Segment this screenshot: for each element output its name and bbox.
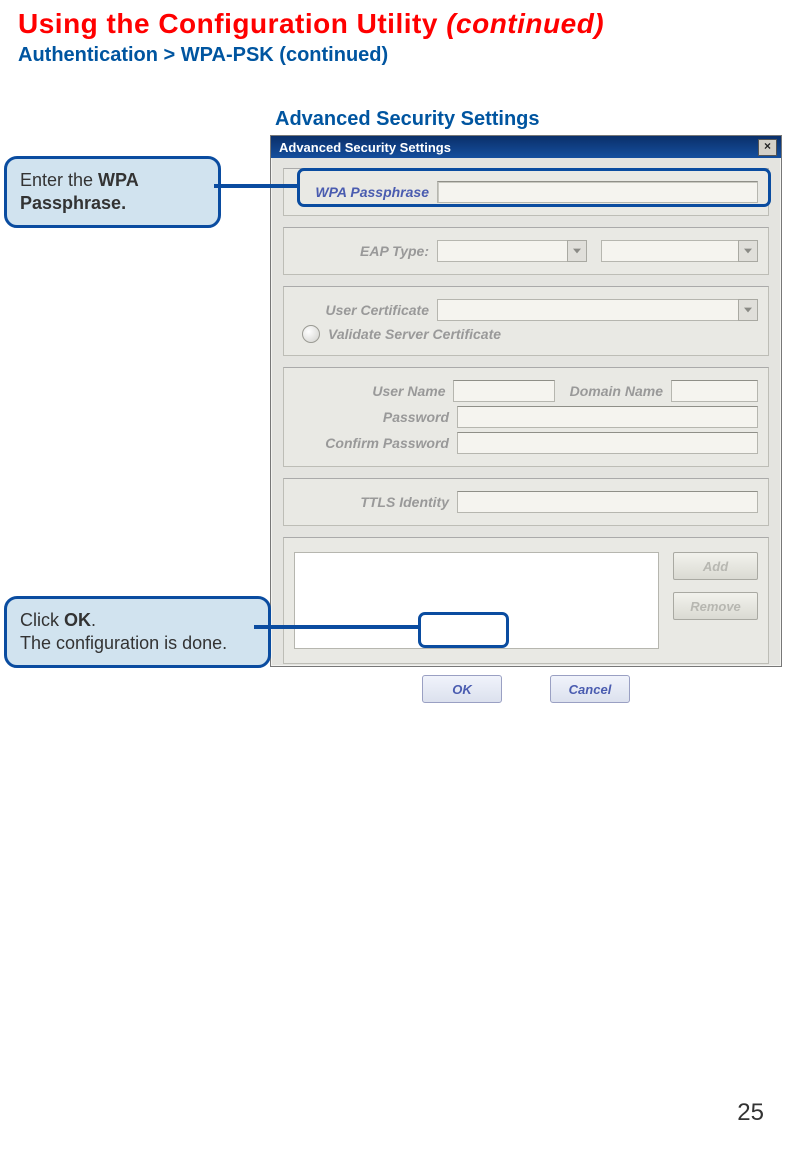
chevron-down-icon[interactable]	[738, 299, 758, 321]
callout-connector	[254, 625, 419, 629]
ttls-identity-label: TTLS Identity	[294, 494, 457, 510]
eap-type-group: EAP Type:	[283, 227, 769, 275]
ttls-identity-input[interactable]	[457, 491, 758, 513]
callout-bold: OK	[64, 610, 91, 630]
page-title: Using the Configuration Utility (continu…	[18, 8, 604, 40]
domain-name-input[interactable]	[671, 380, 758, 402]
user-certificate-select[interactable]	[437, 299, 758, 321]
callout-line2: The configuration is done.	[20, 633, 227, 653]
wpa-passphrase-label: WPA Passphrase	[294, 184, 437, 200]
eap-type-label: EAP Type:	[294, 243, 437, 259]
callout-wpa-passphrase: Enter the WPA Passphrase.	[4, 156, 221, 228]
credentials-group: User Name Domain Name Password Confirm P…	[283, 367, 769, 467]
user-name-label: User Name	[294, 383, 453, 399]
page-subtitle: Authentication > WPA-PSK (continued)	[18, 44, 388, 67]
confirm-password-label: Confirm Password	[294, 435, 457, 451]
page-title-main: Using the Configuration Utility	[18, 8, 446, 39]
eap-subtype-select[interactable]	[601, 240, 758, 262]
certificate-listbox[interactable]	[294, 552, 659, 649]
password-label: Password	[294, 409, 457, 425]
list-side-buttons: Add Remove	[673, 552, 758, 649]
wpa-passphrase-input[interactable]	[437, 181, 758, 203]
dialog-bottom-buttons: OK Cancel	[283, 675, 769, 703]
dialog-body: WPA Passphrase EAP Type:	[271, 158, 781, 713]
close-icon[interactable]: ×	[758, 139, 777, 156]
dialog-title: Advanced Security Settings	[279, 140, 451, 155]
callout-text: .	[91, 610, 96, 630]
page-title-continued: (continued)	[446, 8, 604, 39]
dialog-titlebar[interactable]: Advanced Security Settings ×	[271, 136, 781, 158]
domain-name-label: Domain Name	[555, 383, 671, 399]
certificate-group: User Certificate Validate Server Certifi…	[283, 286, 769, 356]
chevron-down-icon[interactable]	[567, 240, 587, 262]
callout-ok: Click OK. The configuration is done.	[4, 596, 271, 668]
list-group: Add Remove	[283, 537, 769, 664]
ttls-group: TTLS Identity	[283, 478, 769, 526]
callout-text: Click	[20, 610, 64, 630]
chevron-down-icon[interactable]	[738, 240, 758, 262]
confirm-password-input[interactable]	[457, 432, 758, 454]
add-button[interactable]: Add	[673, 552, 758, 580]
advanced-security-dialog: Advanced Security Settings × WPA Passphr…	[270, 135, 782, 667]
eap-type-select[interactable]	[437, 240, 587, 262]
validate-server-cert-label: Validate Server Certificate	[328, 326, 501, 342]
callout-text: Enter the	[20, 170, 98, 190]
cancel-button[interactable]: Cancel	[550, 675, 630, 703]
callout-connector	[214, 184, 299, 188]
validate-server-cert-radio[interactable]	[302, 325, 320, 343]
ok-button[interactable]: OK	[422, 675, 502, 703]
user-name-input[interactable]	[453, 380, 555, 402]
password-input[interactable]	[457, 406, 758, 428]
page-number: 25	[737, 1099, 764, 1127]
section-label: Advanced Security Settings	[275, 108, 540, 131]
user-certificate-label: User Certificate	[294, 302, 437, 318]
wpa-passphrase-group: WPA Passphrase	[283, 168, 769, 216]
remove-button[interactable]: Remove	[673, 592, 758, 620]
